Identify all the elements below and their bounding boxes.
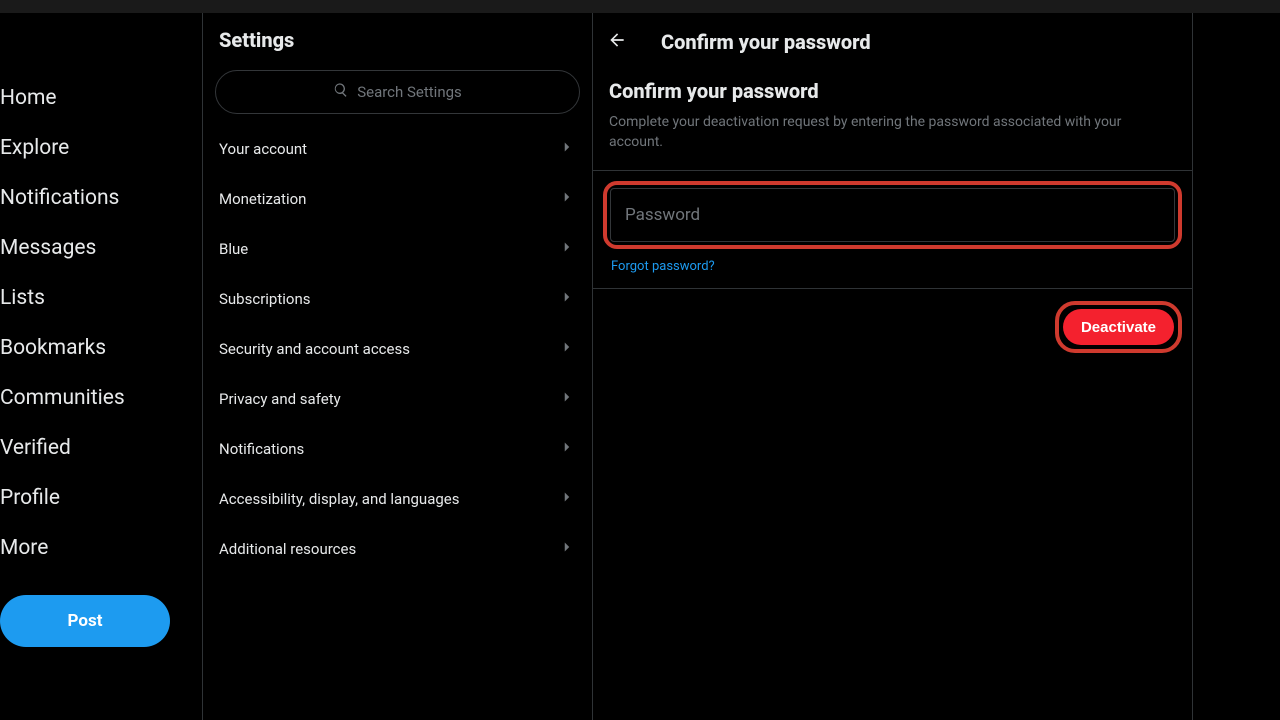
nav-explore[interactable]: Explore [0, 123, 182, 173]
nav-label: Notifications [0, 186, 119, 210]
search-icon [333, 82, 349, 102]
settings-item-blue[interactable]: Blue [203, 224, 592, 274]
back-button[interactable] [601, 24, 633, 60]
highlight-annotation: Password [603, 181, 1182, 249]
password-input[interactable]: Password [610, 188, 1175, 242]
nav-label: Home [0, 86, 57, 110]
arrow-left-icon [607, 35, 627, 54]
post-button-label: Post [68, 611, 103, 631]
settings-item-notifications[interactable]: Notifications [203, 424, 592, 474]
settings-item-additional-resources[interactable]: Additional resources [203, 524, 592, 574]
nav-label: Bookmarks [0, 336, 106, 360]
nav-profile[interactable]: Profile [0, 473, 182, 523]
nav-label: Lists [0, 286, 45, 310]
settings-item-label: Accessibility, display, and languages [219, 490, 459, 508]
settings-item-security[interactable]: Security and account access [203, 324, 592, 374]
password-placeholder: Password [625, 205, 700, 225]
section-description: Complete your deactivation request by en… [609, 113, 1176, 152]
settings-title: Settings [203, 13, 592, 70]
forgot-password-link[interactable]: Forgot password? [611, 259, 715, 274]
settings-item-subscriptions[interactable]: Subscriptions [203, 274, 592, 324]
nav-label: Communities [0, 386, 125, 410]
nav-label: More [0, 536, 48, 560]
deactivate-button[interactable]: Deactivate [1063, 309, 1174, 345]
search-placeholder: Search Settings [357, 83, 462, 101]
nav-label: Verified [0, 436, 71, 460]
nav-home[interactable]: Home [0, 73, 182, 123]
detail-column: Confirm your password Confirm your passw… [593, 0, 1193, 720]
chevron-right-icon [558, 238, 576, 260]
nav-communities[interactable]: Communities [0, 373, 182, 423]
highlight-annotation: Deactivate [1055, 301, 1182, 353]
settings-item-monetization[interactable]: Monetization [203, 174, 592, 224]
nav-messages[interactable]: Messages [0, 223, 182, 273]
nav-label: Profile [0, 486, 60, 510]
chevron-right-icon [558, 388, 576, 410]
nav-more[interactable]: More [0, 523, 182, 573]
post-button[interactable]: Post [0, 595, 170, 647]
settings-item-label: Monetization [219, 190, 306, 208]
deactivate-button-label: Deactivate [1081, 319, 1156, 336]
nav-bookmarks[interactable]: Bookmarks [0, 323, 182, 373]
settings-item-label: Security and account access [219, 340, 410, 358]
primary-nav: Home Explore Notifications Messages List… [0, 0, 203, 720]
window-topbar [0, 0, 1280, 13]
page-title: Confirm your password [661, 30, 871, 54]
chevron-right-icon [558, 288, 576, 310]
chevron-right-icon [558, 438, 576, 460]
nav-label: Explore [0, 136, 69, 160]
settings-item-label: Notifications [219, 440, 304, 458]
settings-item-label: Blue [219, 240, 248, 258]
chevron-right-icon [558, 188, 576, 210]
chevron-right-icon [558, 338, 576, 360]
settings-item-label: Privacy and safety [219, 390, 341, 408]
forgot-password-label: Forgot password? [611, 259, 715, 274]
settings-item-label: Subscriptions [219, 290, 310, 308]
settings-item-privacy[interactable]: Privacy and safety [203, 374, 592, 424]
empty-area [1193, 0, 1280, 720]
settings-column: Settings Search Settings Your account Mo… [203, 0, 593, 720]
section-title: Confirm your password [609, 79, 1176, 103]
search-settings-input[interactable]: Search Settings [215, 70, 580, 114]
settings-item-label: Your account [219, 140, 307, 158]
chevron-right-icon [558, 138, 576, 160]
nav-lists[interactable]: Lists [0, 273, 182, 323]
chevron-right-icon [558, 538, 576, 560]
chevron-right-icon [558, 488, 576, 510]
nav-notifications[interactable]: Notifications [0, 173, 182, 223]
settings-item-your-account[interactable]: Your account [203, 124, 592, 174]
settings-item-label: Additional resources [219, 540, 356, 558]
nav-label: Messages [0, 236, 96, 260]
nav-verified[interactable]: Verified [0, 423, 182, 473]
settings-item-accessibility[interactable]: Accessibility, display, and languages [203, 474, 592, 524]
